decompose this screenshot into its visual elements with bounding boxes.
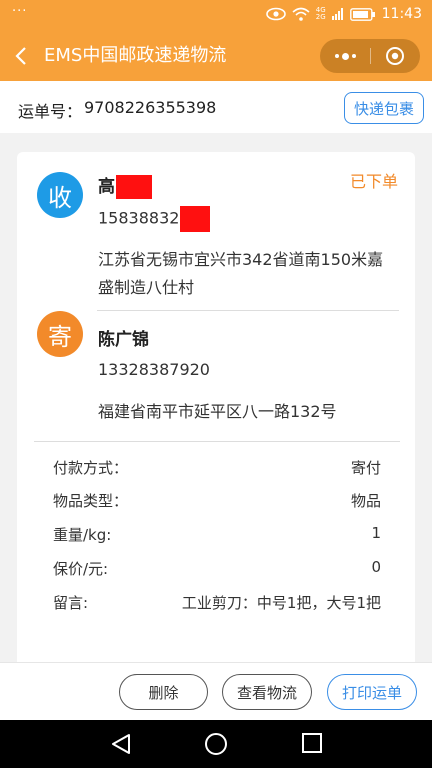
clock-time: 11:43 bbox=[381, 6, 422, 22]
item-type-row: 物品类型： 物品 bbox=[53, 490, 381, 514]
nav-recents-icon[interactable] bbox=[301, 732, 323, 754]
bottom-action-bar: 删除 查看物流 打印运单 bbox=[0, 662, 432, 720]
receiver-address: 江苏省无锡市宜兴市342省道南150米嘉盛制造八仕村 bbox=[98, 250, 384, 297]
more-menu-button[interactable] bbox=[320, 39, 370, 73]
screen: ··· 4G 2G 11:43 EMS中国邮政速递物流 运单号： 9708226… bbox=[0, 0, 432, 768]
close-mini-program-button[interactable] bbox=[370, 39, 420, 73]
message-value: 工业剪刀：中号1把，大号1把 bbox=[181, 594, 381, 612]
receiver-phone: 15838832 bbox=[98, 208, 180, 228]
redaction-block bbox=[180, 206, 211, 232]
insured-value-label: 保价/元: bbox=[53, 560, 109, 578]
mini-program-capsule bbox=[320, 39, 420, 73]
order-card: 收 高 15838832 江苏省无锡市宜兴市342省道南150米嘉盛制造八仕村 … bbox=[17, 152, 415, 672]
signal-icon bbox=[331, 8, 344, 20]
receiver-name: 高 bbox=[98, 177, 115, 197]
status-icons: 4G 2G 11:43 bbox=[265, 6, 422, 22]
order-status-badge: 已下单 bbox=[349, 172, 398, 191]
tracking-number-label: 运单号： bbox=[18, 102, 83, 121]
payment-method-value: 寄付 bbox=[350, 459, 381, 477]
nav-home-icon[interactable] bbox=[204, 732, 228, 756]
print-waybill-button[interactable]: 打印运单 bbox=[327, 674, 417, 710]
more-dot-icon bbox=[351, 54, 356, 58]
eye-icon bbox=[265, 7, 286, 21]
back-arrow-icon[interactable] bbox=[10, 44, 34, 68]
divider bbox=[34, 441, 400, 442]
divider bbox=[97, 310, 399, 311]
sender-phone: 13328387920 bbox=[98, 360, 210, 379]
redaction-block bbox=[116, 175, 152, 199]
target-circle-icon bbox=[386, 47, 404, 65]
sender-name: 陈广锦 bbox=[98, 330, 149, 350]
status-bar: ··· 4G 2G 11:43 bbox=[0, 0, 432, 32]
sender-address: 福建省南平市延平区八一路132号 bbox=[98, 402, 337, 421]
tracking-number: 9708226355398 bbox=[84, 98, 217, 117]
network-type-label: 4G 2G bbox=[316, 7, 326, 21]
message-label: 留言: bbox=[53, 594, 89, 612]
system-navigation-bar bbox=[0, 720, 432, 768]
view-logistics-button[interactable]: 查看物流 bbox=[222, 674, 312, 710]
insured-value-value: 0 bbox=[371, 558, 381, 576]
item-type-value: 物品 bbox=[350, 492, 381, 510]
nav-bar: EMS中国邮政速递物流 bbox=[0, 32, 432, 81]
item-type-label: 物品类型： bbox=[53, 492, 129, 510]
more-dot-icon bbox=[334, 54, 339, 58]
weight-row: 重量/kg: 1 bbox=[53, 524, 381, 548]
express-package-button[interactable]: 快递包裹 bbox=[344, 92, 424, 124]
payment-method-row: 付款方式： 寄付 bbox=[53, 457, 381, 481]
receiver-avatar: 收 bbox=[37, 172, 83, 218]
weight-label: 重量/kg: bbox=[53, 526, 112, 544]
delete-button[interactable]: 删除 bbox=[119, 674, 208, 710]
insured-value-row: 保价/元: 0 bbox=[53, 558, 381, 582]
wifi-icon bbox=[292, 7, 310, 21]
tracking-row: 运单号： 9708226355398 快递包裹 bbox=[0, 81, 432, 133]
page-title: EMS中国邮政速递物流 bbox=[44, 45, 227, 66]
receiver-phone-row: 15838832 bbox=[98, 206, 211, 232]
more-dot-icon bbox=[341, 52, 349, 60]
sender-avatar: 寄 bbox=[37, 311, 83, 357]
weight-value: 1 bbox=[371, 524, 381, 542]
nav-back-icon[interactable] bbox=[110, 732, 132, 756]
status-notification-dots: ··· bbox=[12, 4, 28, 19]
receiver-name-row: 高 bbox=[98, 172, 152, 199]
message-row: 留言: 工业剪刀：中号1把，大号1把 bbox=[53, 592, 381, 616]
network-2g-label: 2G bbox=[315, 13, 326, 21]
battery-icon bbox=[349, 7, 376, 21]
payment-method-label: 付款方式： bbox=[53, 459, 129, 477]
